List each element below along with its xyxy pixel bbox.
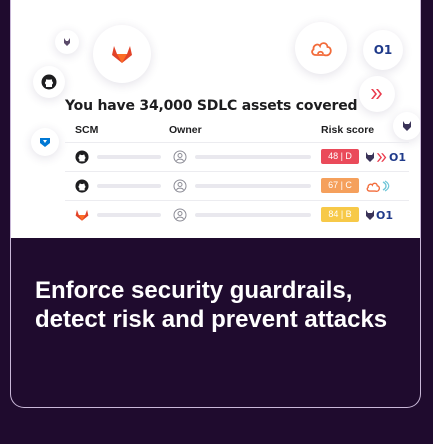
scm-placeholder-bar bbox=[97, 155, 161, 159]
orca-icon: O1 bbox=[389, 150, 407, 164]
integration-card: O1 You have 34,000 SDLC assets covered S… bbox=[10, 0, 421, 408]
wiz-wolf-icon bbox=[366, 210, 374, 220]
signal-icon bbox=[382, 180, 390, 192]
table-row: 48 | D O1 bbox=[65, 142, 409, 171]
table-row: 84 | B O1 bbox=[65, 200, 409, 229]
user-icon bbox=[173, 208, 187, 222]
user-icon bbox=[173, 150, 187, 164]
gitlab-bubble bbox=[93, 25, 151, 83]
assets-table: You have 34,000 SDLC assets covered SCM … bbox=[65, 96, 409, 229]
table-header: SCM Owner Risk score bbox=[65, 120, 409, 142]
cloud-icon bbox=[366, 182, 380, 192]
azure-bubble bbox=[31, 128, 59, 156]
tool-icons: O1 bbox=[365, 207, 393, 223]
hero-illustration: O1 You have 34,000 SDLC assets covered S… bbox=[11, 0, 420, 238]
tool-icons bbox=[365, 178, 390, 194]
owner-placeholder-bar bbox=[195, 184, 311, 188]
wolf-icon-bubble bbox=[55, 30, 79, 54]
owner-placeholder-bar bbox=[195, 155, 311, 159]
scm-placeholder-bar bbox=[97, 184, 161, 188]
risk-score-badge: 48 | D bbox=[321, 149, 359, 164]
orca-icon: O1 bbox=[373, 43, 393, 57]
column-scm: SCM bbox=[75, 124, 99, 136]
github-icon bbox=[75, 179, 89, 193]
tool-icons: O1 bbox=[365, 149, 406, 165]
gitlab-icon bbox=[75, 209, 89, 221]
scm-placeholder-bar bbox=[97, 213, 161, 217]
risk-score-badge: 84 | B bbox=[321, 207, 359, 222]
orca-bubble: O1 bbox=[363, 30, 403, 70]
column-owner: Owner bbox=[169, 124, 202, 136]
column-risk-score: Risk score bbox=[321, 124, 375, 136]
risk-score-badge: 67 | C bbox=[321, 178, 359, 193]
github-icon bbox=[41, 74, 57, 90]
azure-devops-icon bbox=[40, 138, 50, 147]
wiz-wolf-icon bbox=[366, 152, 374, 162]
wolf-icon bbox=[64, 38, 70, 46]
checkmarx-icon bbox=[376, 152, 387, 162]
user-icon bbox=[173, 179, 187, 193]
owner-placeholder-bar bbox=[195, 213, 311, 217]
cloud-icon bbox=[311, 42, 332, 57]
github-bubble bbox=[33, 66, 65, 98]
feature-headline: Enforce security guardrails, detect risk… bbox=[35, 277, 388, 333]
table-row: 67 | C bbox=[65, 171, 409, 200]
gitlab-icon bbox=[112, 46, 132, 63]
orca-icon: O1 bbox=[376, 208, 394, 222]
cloud-bubble bbox=[295, 22, 347, 74]
assets-summary-title: You have 34,000 SDLC assets covered bbox=[65, 98, 358, 114]
github-icon bbox=[75, 150, 89, 164]
